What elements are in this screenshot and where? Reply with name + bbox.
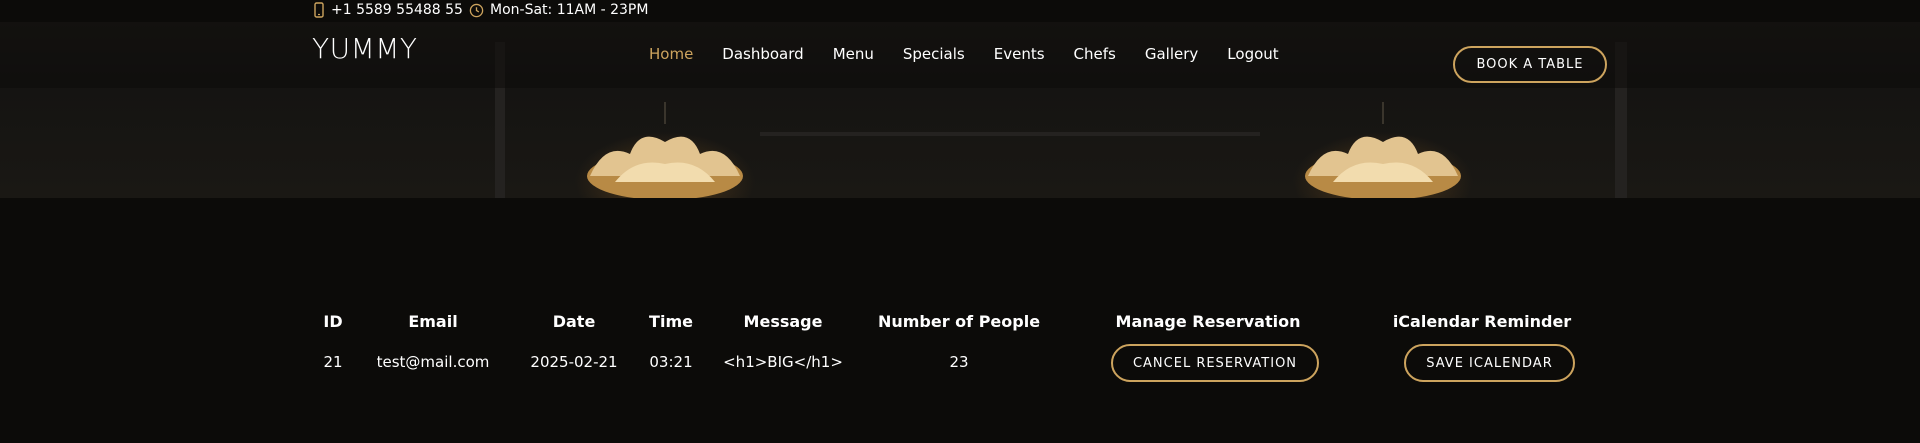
logo[interactable]: YUMMY — [312, 32, 418, 65]
pendant-lamp-image — [1305, 102, 1461, 198]
cell-message: <h1>BIG</h1> — [723, 353, 843, 371]
cell-date: 2025-02-21 — [530, 353, 618, 371]
header-time: Time — [649, 312, 693, 331]
nav-home[interactable]: Home — [649, 45, 693, 63]
header-id: ID — [323, 312, 343, 331]
background-beam — [760, 132, 1260, 136]
pendant-lamp-image — [587, 102, 743, 198]
reservations-table: ID Email Date Time Message Number of Peo… — [0, 198, 1920, 443]
opening-hours: Mon-Sat: 11AM - 23PM — [469, 2, 648, 18]
book-a-table-button[interactable]: BOOK A TABLE — [1453, 46, 1607, 83]
phone-icon — [313, 2, 325, 18]
cell-number-of-people: 23 — [949, 353, 969, 371]
hero-background: YUMMY Home Dashboard Menu Specials Event… — [0, 22, 1920, 198]
header-email: Email — [408, 312, 458, 331]
cell-id: 21 — [323, 353, 343, 371]
main-nav: Home Dashboard Menu Specials Events Chef… — [649, 45, 1308, 63]
header-number-of-people: Number of People — [877, 312, 1041, 331]
contact-info: +1 5589 55488 55 — [313, 2, 463, 18]
phone-number: +1 5589 55488 55 — [331, 2, 463, 18]
nav-specials[interactable]: Specials — [903, 45, 965, 63]
cancel-reservation-button[interactable]: CANCEL RESERVATION — [1111, 344, 1319, 382]
nav-logout[interactable]: Logout — [1227, 45, 1278, 63]
cell-email: test@mail.com — [376, 353, 490, 371]
nav-events[interactable]: Events — [994, 45, 1045, 63]
header-date: Date — [552, 312, 596, 331]
header-message: Message — [743, 312, 823, 331]
nav-chefs[interactable]: Chefs — [1074, 45, 1116, 63]
nav-dashboard[interactable]: Dashboard — [722, 45, 803, 63]
clock-icon — [469, 3, 484, 18]
nav-menu[interactable]: Menu — [833, 45, 874, 63]
nav-gallery[interactable]: Gallery — [1145, 45, 1198, 63]
site-header: YUMMY Home Dashboard Menu Specials Event… — [0, 22, 1920, 88]
cell-time: 03:21 — [649, 353, 693, 371]
save-icalendar-button[interactable]: SAVE ICALENDAR — [1404, 344, 1575, 382]
header-manage-reservation: Manage Reservation — [1115, 312, 1301, 331]
hours-text: Mon-Sat: 11AM - 23PM — [490, 2, 649, 18]
topbar: +1 5589 55488 55 Mon-Sat: 11AM - 23PM — [0, 0, 1920, 22]
header-icalendar-reminder: iCalendar Reminder — [1392, 312, 1572, 331]
